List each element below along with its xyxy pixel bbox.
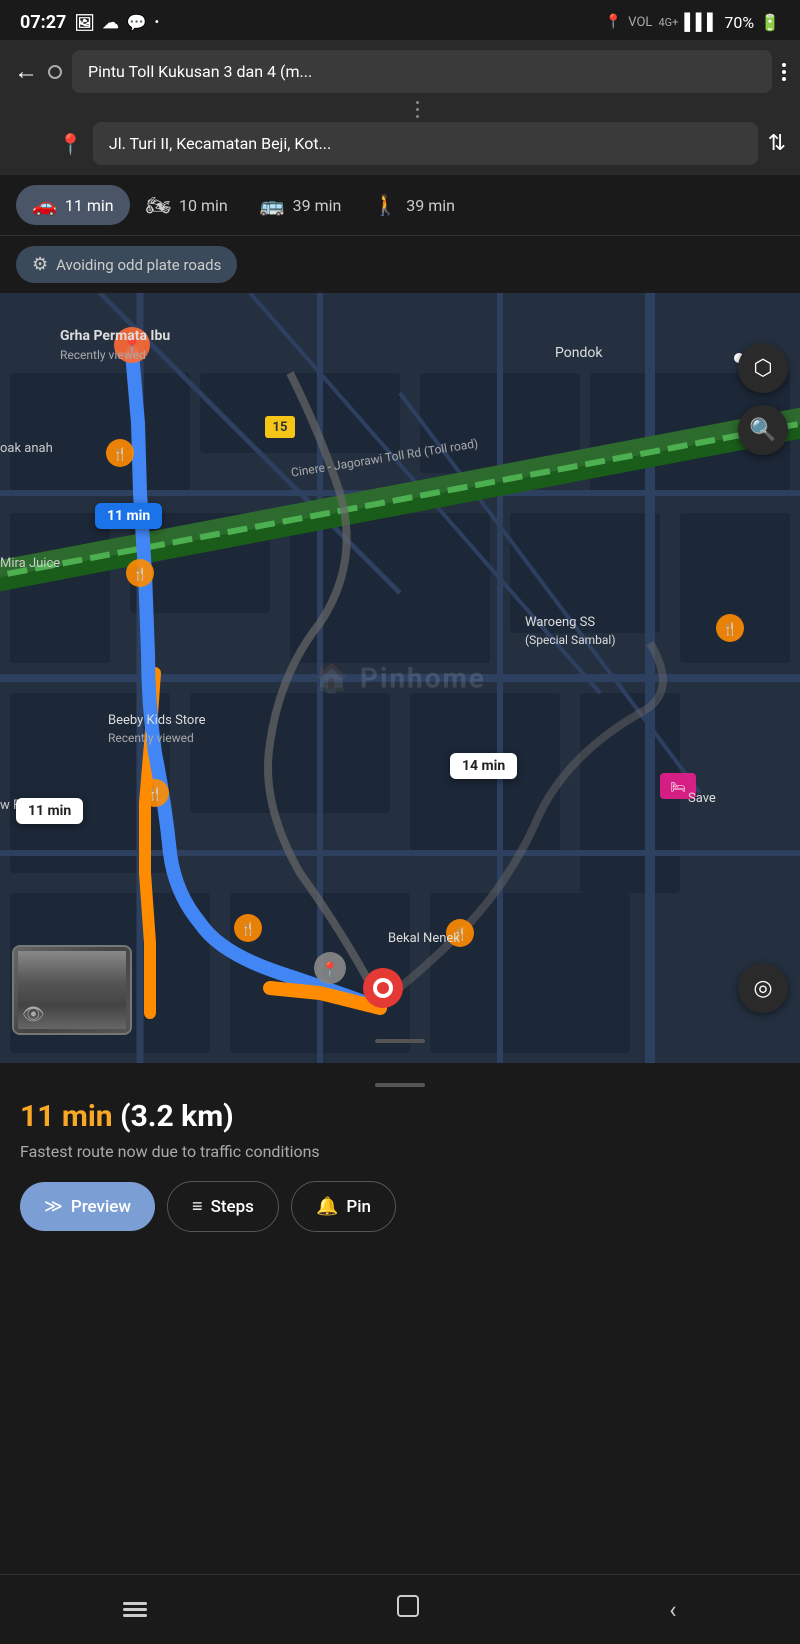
transport-car[interactable]: 🚗 11 min [16, 185, 130, 225]
location-status-icon: 📍 [605, 14, 622, 30]
vol-icon: VOL [628, 15, 652, 30]
battery-icon: 🔋 [760, 13, 780, 32]
nav-back-button[interactable]: ‹ [669, 1596, 676, 1624]
action-buttons-row: ≫ Preview ≡ Steps 🔔 Pin [20, 1181, 780, 1232]
svg-text:15: 15 [273, 420, 288, 435]
moto-time: 10 min [179, 196, 228, 215]
transit-icon: 🚌 [260, 193, 285, 217]
nav-home-button[interactable] [394, 1592, 422, 1627]
location-icon: ◎ [753, 976, 772, 1001]
preview-button[interactable]: ≫ Preview [20, 1182, 155, 1231]
header: ← Pintu Toll Kukusan 3 dan 4 (m... 📍 Jl.… [0, 40, 800, 175]
transport-walk[interactable]: 🚶 39 min [357, 185, 471, 225]
battery-label: 70% [724, 13, 754, 32]
destination-input[interactable]: Jl. Turi II, Kecamatan Beji, Kot... [93, 122, 758, 165]
street-view-icon: 👁 [22, 1004, 45, 1025]
map-search-button[interactable]: 🔍 [738, 405, 788, 455]
svg-text:🍴: 🍴 [113, 447, 128, 461]
origin-row: ← Pintu Toll Kukusan 3 dan 4 (m... [14, 50, 786, 93]
network-4g-icon: 4G+ [658, 16, 678, 29]
pin-button[interactable]: 🔔 Pin [291, 1181, 396, 1232]
transport-transit[interactable]: 🚌 39 min [244, 185, 358, 225]
svg-text:🍴: 🍴 [723, 622, 738, 636]
search-icon: 🔍 [749, 418, 776, 443]
route-badge-14min[interactable]: 14 min [450, 753, 517, 779]
filter-label: Avoiding odd plate roads [56, 256, 221, 274]
route-badge-11min-alt[interactable]: 11 min [16, 798, 83, 824]
my-location-button[interactable]: ◎ [738, 963, 788, 1013]
back-button[interactable]: ← [14, 57, 38, 86]
filter-sliders-icon: ⚙ [32, 254, 48, 275]
route-divider [14, 99, 786, 120]
route-time: 11 min [20, 1099, 113, 1134]
bottom-drag-handle[interactable] [375, 1083, 425, 1087]
svg-text:📍: 📍 [321, 961, 338, 978]
pin-label: Pin [346, 1197, 371, 1217]
status-bar: 07:27 🖼 ☁ 💬 • 📍 VOL 4G+ ▌▌▌ 70% 🔋 [0, 0, 800, 40]
destination-pin-icon: 📍 [58, 132, 83, 156]
map-view[interactable]: 📍 🍴 🍴 🍴 🍴 🍴 🍴 📍 🛏 15 Grha Permata Ibu Re… [0, 293, 800, 1063]
svg-text:🍴: 🍴 [241, 922, 256, 936]
destination-row: 📍 Jl. Turi II, Kecamatan Beji, Kot... ⇅ [14, 122, 786, 165]
svg-text:🛏: 🛏 [670, 780, 685, 794]
car-time: 11 min [65, 196, 114, 215]
signal-icon: ▌▌▌ [684, 12, 718, 32]
route-time-distance: 11 min (3.2 km) [20, 1099, 780, 1134]
steps-icon: ≡ [192, 1196, 203, 1217]
message-icon: 💬 [127, 13, 147, 32]
steps-button[interactable]: ≡ Steps [167, 1181, 279, 1232]
bottom-info-panel: 11 min (3.2 km) Fastest route now due to… [0, 1063, 800, 1248]
status-time: 07:27 [20, 12, 66, 33]
origin-dot-icon [48, 65, 62, 79]
steps-label: Steps [211, 1197, 254, 1217]
swap-route-button[interactable]: ⇅ [768, 131, 786, 156]
more-options-button[interactable] [782, 63, 786, 81]
preview-icon: ≫ [44, 1196, 63, 1217]
transit-time: 39 min [293, 196, 342, 215]
svg-text:🍴: 🍴 [148, 787, 163, 801]
svg-text:🍴: 🍴 [453, 927, 468, 941]
bottom-navigation: ‹ [0, 1574, 800, 1644]
car-icon: 🚗 [32, 193, 57, 217]
cloud-icon: ☁ [103, 13, 119, 32]
layers-icon: ⬡ [753, 356, 772, 381]
preview-label: Preview [71, 1197, 131, 1217]
street-view-thumbnail[interactable]: 👁 [12, 945, 132, 1035]
nav-menu-button[interactable] [123, 1602, 147, 1617]
thumbnail-image: 👁 [14, 947, 130, 1033]
layers-button[interactable]: ⬡ [738, 343, 788, 393]
walk-icon: 🚶 [373, 193, 398, 217]
route-badge-11min-main[interactable]: 11 min [95, 503, 162, 529]
origin-input[interactable]: Pintu Toll Kukusan 3 dan 4 (m... [72, 50, 772, 93]
pin-icon: 🔔 [316, 1196, 338, 1217]
svg-text:📍: 📍 [122, 336, 142, 355]
route-description: Fastest route now due to traffic conditi… [20, 1142, 780, 1161]
filter-bar: ⚙ Avoiding odd plate roads [0, 236, 800, 293]
panel-drag-handle[interactable] [375, 1039, 425, 1043]
filter-button[interactable]: ⚙ Avoiding odd plate roads [16, 246, 237, 283]
transport-moto[interactable]: 🏍 10 min [130, 185, 244, 225]
svg-text:🍴: 🍴 [133, 567, 148, 581]
photo-icon: 🖼 [74, 13, 94, 32]
moto-icon: 🏍 [146, 193, 171, 217]
transport-mode-bar: 🚗 11 min 🏍 10 min 🚌 39 min 🚶 39 min [0, 175, 800, 236]
route-distance: (3.2 km) [120, 1099, 234, 1134]
dot-icon: • [155, 15, 159, 29]
walk-time: 39 min [406, 196, 455, 215]
